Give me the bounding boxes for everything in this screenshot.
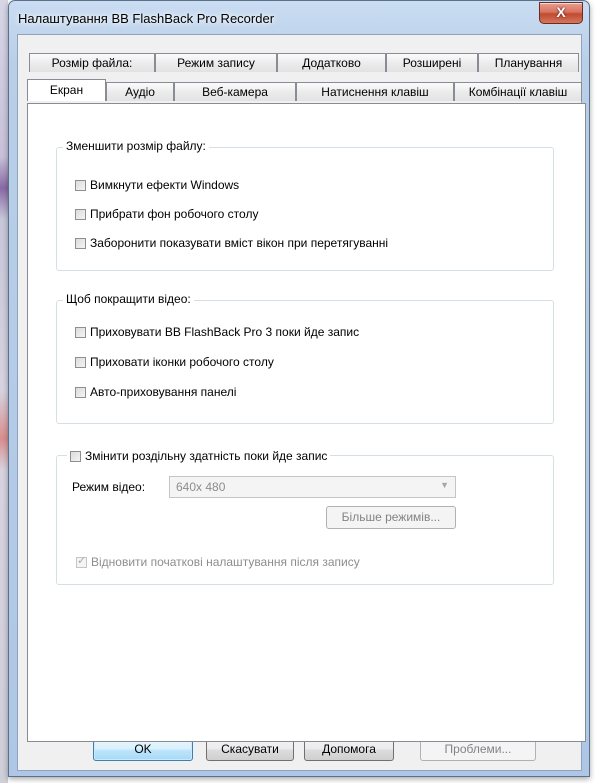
hide-desktop-icons-option[interactable]: Приховати іконки робочого столу (75, 354, 274, 370)
hide-app-while-recording-label: Приховувати BB FlashBack Pro 3 поки йде … (90, 325, 360, 339)
auto-hide-taskbar-option[interactable]: Авто-приховування панелі (75, 384, 236, 400)
disable-windows-effects-checkbox[interactable] (75, 179, 86, 191)
change-resolution-checkbox[interactable] (70, 450, 81, 462)
reduce-file-size-group: Зменшити розмір файлу: Вимкнути ефекти W… (56, 139, 554, 271)
tab-key-combinations[interactable]: Комбінації клавіш (454, 82, 582, 101)
tab-screen[interactable]: Екран (27, 79, 106, 101)
disable-windows-effects-label: Вимкнути ефекти Windows (90, 178, 240, 192)
remove-desktop-background-checkbox[interactable] (75, 208, 86, 220)
change-resolution-label: Змінити роздільну здатність поки йде зап… (85, 449, 328, 463)
hide-app-while-recording-checkbox[interactable] (75, 326, 86, 338)
hide-app-while-recording-option[interactable]: Приховувати BB FlashBack Pro 3 поки йде … (75, 324, 359, 340)
tab-additional[interactable]: Додатково (277, 53, 386, 72)
change-resolution-option[interactable]: Змінити роздільну здатність поки йде зап… (67, 448, 331, 464)
restore-settings-label: Відновити початкові налаштування після з… (91, 555, 360, 569)
more-modes-button[interactable]: Більше режимів... (326, 506, 456, 529)
close-button[interactable]: X (539, 2, 583, 24)
disable-window-drag-content-label: Заборонити показувати вміст вікон при пе… (90, 236, 389, 250)
change-resolution-group: Змінити роздільну здатність поки йде зап… (56, 448, 554, 585)
title-bar[interactable]: Налаштування BB FlashBack Pro Recorder X (9, 1, 589, 35)
auto-hide-taskbar-checkbox[interactable] (75, 386, 86, 398)
improve-video-group: Щоб покращити відео: Приховувати BB Flas… (56, 292, 554, 424)
remove-desktop-background-label: Прибрати фон робочого столу (90, 207, 259, 221)
desktop-background-strip (0, 0, 8, 783)
auto-hide-taskbar-label: Авто-приховування панелі (90, 385, 237, 399)
screen-tab-panel: Зменшити розмір файлу: Вимкнути ефекти W… (27, 103, 586, 742)
restore-settings-checkbox[interactable] (76, 554, 87, 568)
chevron-down-icon: ▼ (440, 480, 449, 490)
disable-window-drag-content-checkbox[interactable] (75, 237, 86, 249)
tab-webcam[interactable]: Веб-камера (174, 82, 296, 101)
settings-dialog: Налаштування BB FlashBack Pro Recorder X… (8, 0, 590, 777)
tab-audio[interactable]: Аудіо (106, 82, 174, 101)
tab-record-mode[interactable]: Режим запису (155, 53, 277, 72)
tab-scheduling[interactable]: Планування (478, 53, 579, 72)
hide-desktop-icons-checkbox[interactable] (75, 356, 86, 368)
disable-windows-effects-option[interactable]: Вимкнути ефекти Windows (75, 177, 239, 193)
hide-desktop-icons-label: Приховати іконки робочого столу (90, 355, 274, 369)
improve-video-title: Щоб покращити відео: (63, 292, 194, 306)
tab-keystrokes[interactable]: Натиснення клавіш (296, 82, 454, 101)
reduce-file-size-title: Зменшити розмір файлу: (63, 139, 209, 153)
tab-file-size[interactable]: Розмір файла: (29, 53, 155, 72)
close-icon: X (556, 4, 566, 20)
video-mode-label: Режим відео: (72, 480, 146, 494)
restore-settings-option[interactable]: Відновити початкові налаштування після з… (76, 554, 360, 570)
video-mode-value: 640x 480 (176, 480, 226, 494)
remove-desktop-background-option[interactable]: Прибрати фон робочого столу (75, 206, 258, 222)
dialog-client-area: Розмір файла: Режим запису Додатково Роз… (17, 34, 586, 771)
window-title: Налаштування BB FlashBack Pro Recorder (18, 11, 275, 26)
tab-advanced[interactable]: Розширені (386, 53, 478, 72)
disable-window-drag-content-option[interactable]: Заборонити показувати вміст вікон при пе… (75, 235, 388, 251)
video-mode-select[interactable]: 640x 480 ▼ (169, 476, 456, 498)
